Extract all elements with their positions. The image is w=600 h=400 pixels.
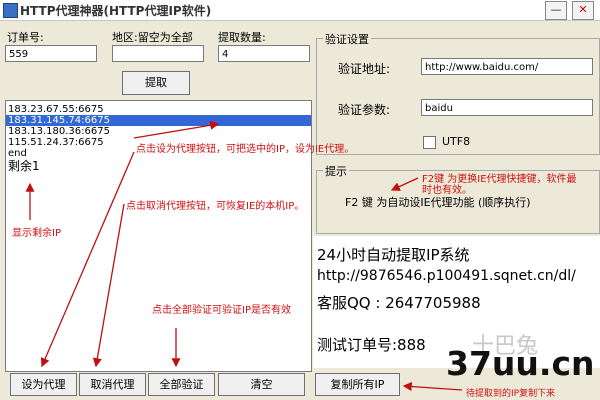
arrow-copy <box>402 381 463 392</box>
set-proxy-annotation: 点击设为代理按钮，可把选中的IP，设为IE代理。 <box>136 144 355 155</box>
hint-text: F2 键 为自动设IE代理功能 (顺序执行) <box>345 196 531 209</box>
count-input[interactable]: 4 <box>218 45 310 62</box>
verify-address-label: 验证地址: <box>338 62 391 76</box>
title-bar: HTTP代理神器(HTTP代理IP软件) — ✕ <box>0 0 600 21</box>
copy-annotation: 待提取到的IP复制下来 <box>466 389 556 399</box>
verify-settings-title: 验证设置 <box>323 31 371 47</box>
cancel-proxy-button[interactable]: 取消代理 <box>79 373 146 396</box>
f2-annotation-line2: 时也有效。 <box>422 185 472 196</box>
region-label: 地区:留空为全部 <box>112 31 193 44</box>
utf8-checkbox[interactable] <box>423 136 436 149</box>
verify-param-label: 验证参数: <box>338 103 391 117</box>
info-title: 24小时自动提取IP系统 <box>317 246 470 264</box>
remaining-count: 剩余1 <box>8 159 40 173</box>
hint-title: 提示 <box>323 163 349 179</box>
window-title: HTTP代理神器(HTTP代理IP软件) <box>20 4 212 18</box>
watermark-logo: 37uu.cn <box>446 344 595 383</box>
count-label: 提取数量: <box>218 31 266 44</box>
region-input[interactable] <box>112 45 204 62</box>
order-label: 订单号: <box>7 31 44 44</box>
fetch-button[interactable]: 提取 <box>122 71 190 95</box>
order-number-input[interactable]: 559 <box>5 45 97 62</box>
clear-button[interactable]: 清空 <box>218 373 305 396</box>
copy-all-button[interactable]: 复制所有IP <box>315 373 400 396</box>
list-item-selected[interactable]: 183.31.145.74:6675 <box>6 115 311 126</box>
info-qq: 客服QQ : 2647705988 <box>317 294 481 312</box>
verify-param-input[interactable]: baidu <box>421 99 593 116</box>
list-item[interactable]: 183.13.180.36:6675 <box>6 126 311 137</box>
verify-all-button[interactable]: 全部验证 <box>148 373 215 396</box>
utf8-label: UTF8 <box>442 135 471 148</box>
list-item[interactable]: 183.23.67.55:6675 <box>6 104 311 115</box>
cancel-proxy-annotation: 点击取消代理按钮，可恢复IE的本机IP。 <box>126 201 305 212</box>
verify-all-annotation: 点击全部验证可验证IP是否有效 <box>152 305 291 316</box>
app-icon <box>3 3 18 18</box>
info-test-order: 测试订单号:888 <box>317 336 426 354</box>
close-button[interactable]: ✕ <box>572 1 594 20</box>
app-window: HTTP代理神器(HTTP代理IP软件) — ✕ 订单号: 559 地区:留空为… <box>0 0 600 400</box>
verify-address-input[interactable]: http://www.baidu.com/ <box>421 58 593 75</box>
info-url: http://9876546.p100491.sqnet.cn/dl/ <box>317 268 576 284</box>
remaining-annotation: 显示剩余IP <box>12 228 61 239</box>
set-proxy-button[interactable]: 设为代理 <box>10 373 77 396</box>
minimize-button[interactable]: — <box>545 1 567 20</box>
